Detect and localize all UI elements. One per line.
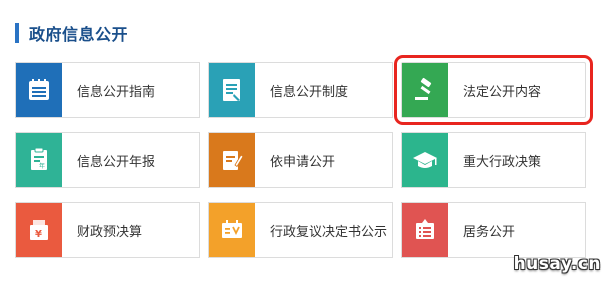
annual-report-icon: 年 xyxy=(16,133,62,187)
budget-yen-icon: ¥ xyxy=(16,203,62,257)
svg-text:年: 年 xyxy=(39,162,45,170)
card-row: 年 信息公开年报 依申请公开 重大行政决策 xyxy=(15,132,595,188)
notice-board-icon xyxy=(402,203,448,257)
card-statutory-content[interactable]: 法定公开内容 xyxy=(394,55,593,125)
card-label: 居务公开 xyxy=(463,224,516,240)
card-disclosure-system[interactable]: 信息公开制度 xyxy=(208,62,393,118)
gavel-icon xyxy=(402,63,448,117)
write-form-icon xyxy=(209,133,255,187)
card-row: 信息公开指南 信息公开制度 法定公开内容 xyxy=(15,55,595,125)
card-label: 信息公开指南 xyxy=(77,84,156,100)
list-book-icon xyxy=(16,63,62,117)
card-budget[interactable]: ¥ 财政预决算 xyxy=(15,202,200,258)
section-title: 政府信息公开 xyxy=(29,25,129,44)
card-major-decisions[interactable]: 重大行政决策 xyxy=(401,132,586,188)
section-accent-bar xyxy=(15,23,19,43)
graduation-cap-icon xyxy=(402,133,448,187)
svg-text:¥: ¥ xyxy=(35,229,42,240)
card-disclosure-guide[interactable]: 信息公开指南 xyxy=(15,62,200,118)
certificate-icon xyxy=(209,203,255,257)
card-residence-affairs[interactable]: 居务公开 xyxy=(401,202,586,258)
site-watermark: husay.cn xyxy=(513,254,601,274)
card-label: 依申请公开 xyxy=(270,154,336,170)
card-label: 财政预决算 xyxy=(77,224,143,240)
card-annual-report[interactable]: 年 信息公开年报 xyxy=(15,132,200,188)
card-label: 信息公开年报 xyxy=(77,154,156,170)
card-apply-disclosure[interactable]: 依申请公开 xyxy=(208,132,393,188)
section-header: 政府信息公开 xyxy=(15,22,128,44)
card-row: ¥ 财政预决算 行政复议决定书公示 居务公开 xyxy=(15,202,595,258)
card-label: 重大行政决策 xyxy=(463,154,542,170)
card-label: 行政复议决定书公示 xyxy=(270,224,388,240)
card-review-decision[interactable]: 行政复议决定书公示 xyxy=(208,202,393,258)
card-label: 信息公开制度 xyxy=(270,84,349,100)
card-label: 法定公开内容 xyxy=(463,84,542,100)
card-grid: 信息公开指南 信息公开制度 法定公开内容 年 信息公开年报 依申请公开 重大行政… xyxy=(15,55,595,272)
document-edit-icon xyxy=(209,63,255,117)
